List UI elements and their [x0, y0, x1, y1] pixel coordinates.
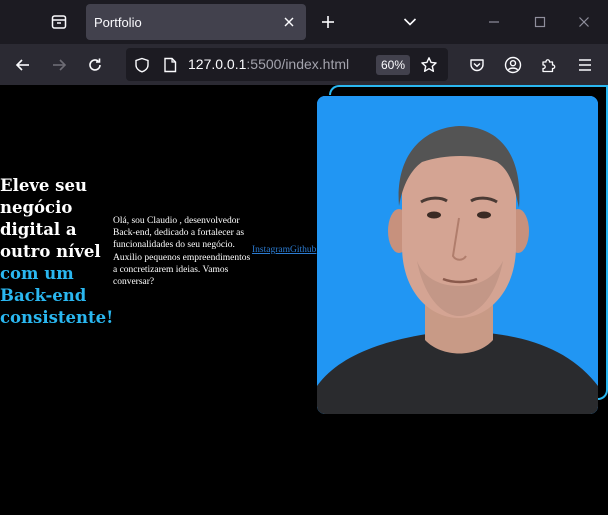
pocket-button[interactable] — [464, 52, 490, 78]
hamburger-menu-icon — [579, 59, 591, 71]
url-text[interactable]: 127.0.0.1:5500/index.html — [188, 56, 349, 72]
forward-button[interactable] — [46, 52, 72, 78]
maximize-icon — [534, 16, 546, 28]
headline-main: Eleve seu negócio digital a outro nível — [0, 176, 101, 261]
account-button[interactable] — [500, 52, 526, 78]
tab-title: Portfolio — [94, 14, 142, 30]
plus-icon — [322, 16, 334, 28]
portrait-image — [317, 96, 598, 414]
hero-headline: Eleve seu negócio digital a outro nível … — [0, 175, 114, 329]
close-icon — [284, 17, 294, 27]
minimize-button[interactable] — [482, 10, 506, 34]
menu-button[interactable] — [572, 52, 598, 78]
github-link[interactable]: Github — [290, 245, 316, 255]
profile-photo — [317, 96, 598, 414]
chevron-down-icon — [403, 18, 417, 26]
tracking-protection-button[interactable] — [132, 55, 152, 75]
url-host: 127.0.0.1 — [188, 56, 247, 72]
page-icon — [164, 57, 177, 73]
tab-strip: Portfolio — [0, 0, 608, 44]
tab-portfolio[interactable]: Portfolio — [86, 4, 306, 40]
close-window-icon — [579, 17, 589, 27]
shield-icon — [135, 57, 149, 73]
tab-close-button[interactable] — [280, 13, 298, 31]
page-viewport: Eleve seu negócio digital a outro nível … — [0, 85, 608, 515]
account-icon — [504, 56, 522, 74]
reload-button[interactable] — [82, 52, 108, 78]
pocket-icon — [470, 59, 484, 72]
close-window-button[interactable] — [572, 10, 596, 34]
url-path: :5500/index.html — [246, 56, 350, 72]
list-all-tabs-button[interactable] — [398, 10, 422, 34]
firefox-view-icon — [51, 15, 67, 29]
puzzle-icon — [542, 59, 556, 73]
star-icon — [421, 57, 437, 73]
headline-accent: com um Back-end consistente! — [0, 264, 114, 327]
instagram-link[interactable]: Instagram — [252, 245, 290, 255]
back-button[interactable] — [10, 52, 36, 78]
firefox-view-button[interactable] — [40, 8, 78, 36]
navigation-bar: 127.0.0.1:5500/index.html 60% — [0, 44, 608, 85]
extensions-button[interactable] — [536, 52, 562, 78]
bookmark-button[interactable] — [416, 52, 442, 78]
url-bar[interactable]: 127.0.0.1:5500/index.html 60% — [126, 48, 448, 81]
reload-icon — [89, 58, 101, 71]
new-tab-button[interactable] — [316, 10, 340, 34]
arrow-right-icon — [53, 59, 67, 71]
intro-paragraph: Olá, sou Claudio , desenvolvedor Back-en… — [113, 216, 251, 288]
social-links: InstagramGithub — [252, 245, 316, 255]
zoom-level-button[interactable]: 60% — [376, 55, 410, 75]
arrow-left-icon — [15, 59, 29, 71]
minimize-icon — [489, 21, 499, 23]
site-info-button[interactable] — [160, 55, 180, 75]
maximize-button[interactable] — [528, 10, 552, 34]
